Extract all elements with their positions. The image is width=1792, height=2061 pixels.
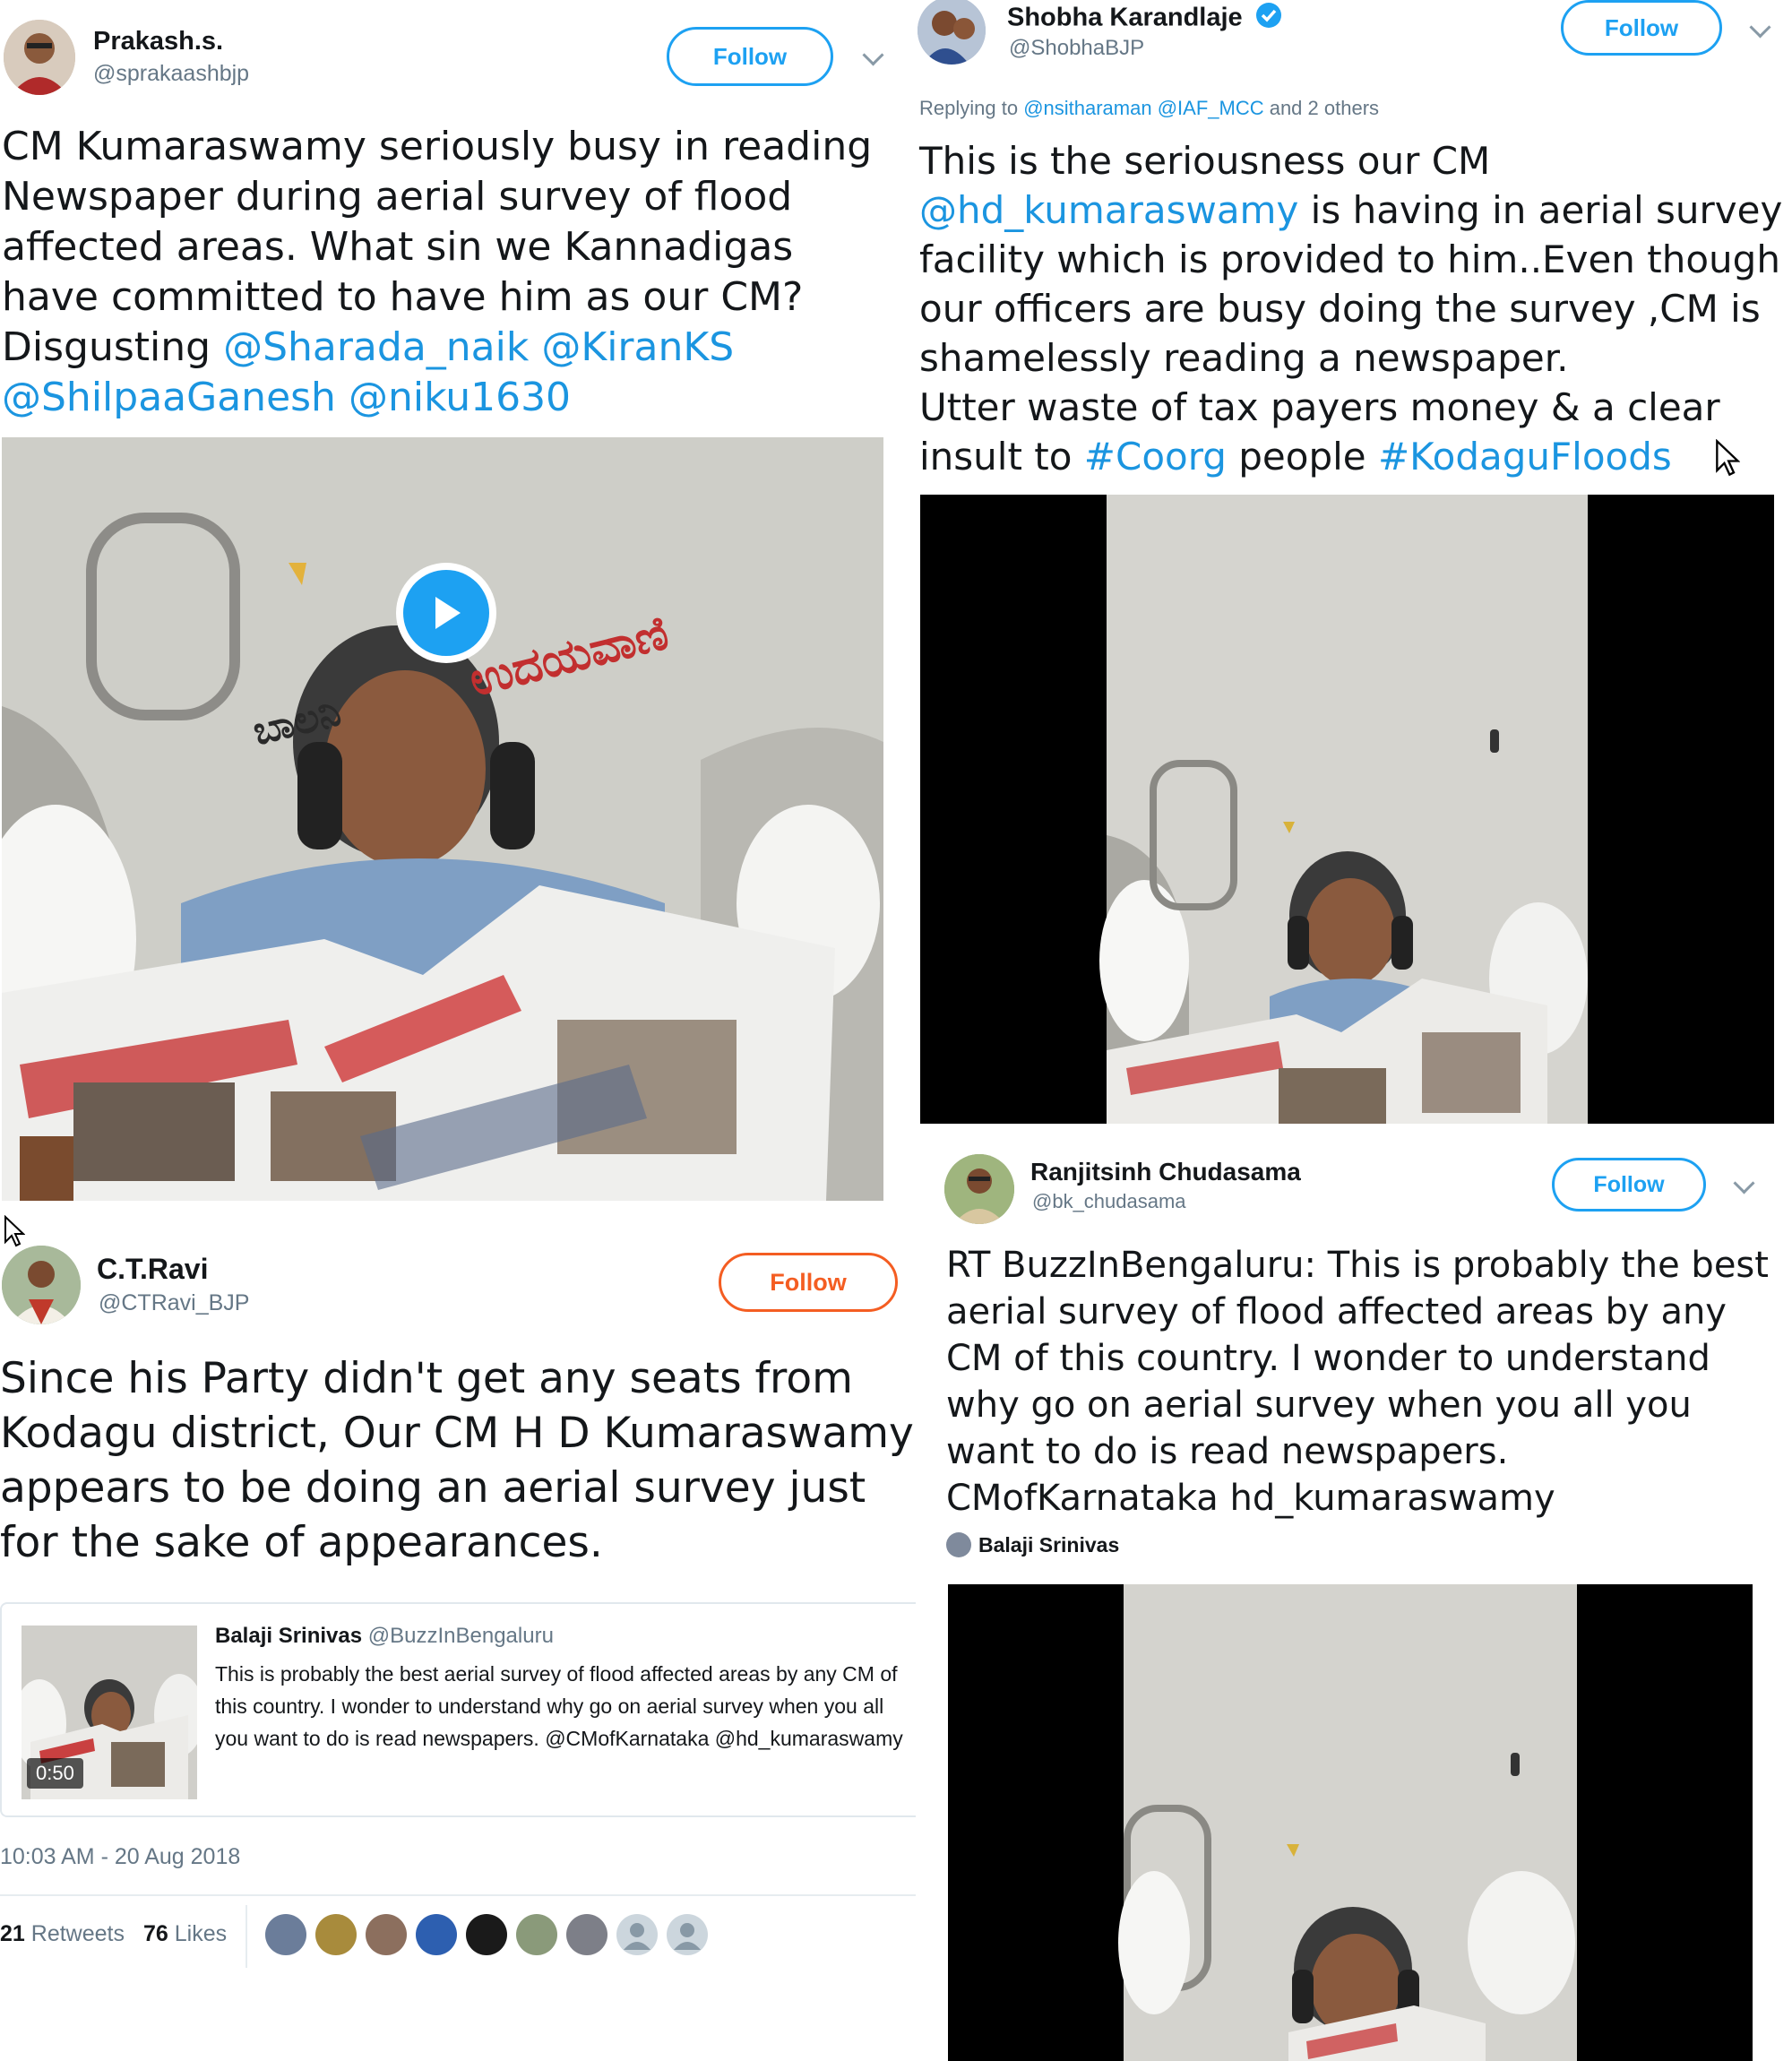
avatar-photo-icon <box>944 1154 1014 1224</box>
video-player[interactable] <box>920 495 1774 1124</box>
liker-avatar[interactable] <box>516 1914 557 1955</box>
user-name[interactable]: Ranjitsinh Chudasama <box>1030 1158 1301 1186</box>
likes-stat[interactable]: 76 Likes <box>143 1921 227 1947</box>
video-thumbnail <box>920 495 1774 1124</box>
tweet-text: RT BuzzInBengaluru: This is probably the… <box>946 1245 1769 1519</box>
avatar-photo-icon <box>4 20 75 95</box>
tweet-body: people <box>1226 435 1378 479</box>
quoted-author[interactable]: Balaji Srinivas @BuzzInBengaluru <box>215 1624 554 1649</box>
user-handle[interactable]: @sprakaashbjp <box>93 61 249 87</box>
replying-to: Replying to @nsitharaman @IAF_MCC and 2 … <box>919 97 1379 120</box>
quoted-name: Balaji Srinivas <box>215 1624 363 1648</box>
hashtag-link[interactable]: #KodaguFloods <box>1378 435 1672 479</box>
user-name[interactable]: Prakash.s. <box>93 27 223 56</box>
video-player[interactable] <box>948 1584 1753 2061</box>
likes-count: 76 <box>143 1921 168 1946</box>
video-player[interactable]: ಉದಯವಾಣಿ ಬಾಲನಿ <box>2 437 883 1201</box>
tweet-body: This is the seriousness our CM <box>919 139 1491 183</box>
retweets-label: Retweets <box>30 1921 125 1946</box>
avatar[interactable] <box>4 20 75 95</box>
liker-avatar[interactable] <box>366 1914 407 1955</box>
follow-button[interactable]: Follow <box>719 1253 898 1312</box>
replying-suffix[interactable]: and 2 others <box>1264 97 1379 119</box>
quoted-text: This is probably the best aerial survey … <box>215 1662 903 1750</box>
follow-button[interactable]: Follow <box>1552 1158 1706 1212</box>
user-name[interactable]: C.T.Ravi <box>97 1253 208 1286</box>
credit-avatar <box>946 1532 971 1557</box>
hashtag-link[interactable]: #Coorg <box>1084 435 1227 479</box>
divider <box>0 1894 916 1896</box>
avatar-photo-icon <box>2 1246 81 1324</box>
chevron-down-icon[interactable] <box>1749 16 1771 39</box>
mention-link[interactable]: @hd_kumaraswamy <box>919 188 1298 232</box>
quoted-handle: @BuzzInBengaluru <box>367 1624 554 1648</box>
tweet-text: CM Kumaraswamy seriously busy in reading… <box>2 122 889 423</box>
chevron-down-icon[interactable] <box>1733 1172 1755 1194</box>
mention-link[interactable]: @Sharada_naik <box>223 324 529 370</box>
video-duration: 0:50 <box>27 1758 83 1789</box>
user-handle[interactable]: @bk_chudasama <box>1032 1190 1186 1213</box>
liker-avatar[interactable] <box>265 1914 306 1955</box>
avatar[interactable] <box>918 0 986 65</box>
liker-avatars <box>265 1914 713 1961</box>
play-icon <box>435 597 461 629</box>
mouse-cursor-icon <box>1715 438 1741 481</box>
tweet-text: This is the seriousness our CM @hd_kumar… <box>919 136 1783 481</box>
quoted-tweet[interactable]: 0:50 Balaji Srinivas @BuzzInBengaluru Th… <box>0 1602 916 1817</box>
mention-link[interactable]: @ShilpaaGanesh <box>2 375 336 420</box>
credit-name: Balaji Srinivas <box>978 1532 1120 1557</box>
avatar[interactable] <box>2 1246 81 1324</box>
verified-badge-icon <box>1255 2 1282 36</box>
replying-prefix: Replying to <box>919 97 1024 119</box>
mention-link[interactable]: @niku1630 <box>349 375 571 420</box>
replying-users-link[interactable]: @nsitharaman @IAF_MCC <box>1023 97 1263 119</box>
user-handle[interactable]: @CTRavi_BJP <box>99 1290 249 1316</box>
tweet-text: Since his Party didn't get any seats fro… <box>0 1354 914 1567</box>
avatar[interactable] <box>944 1154 1014 1224</box>
liker-avatar[interactable] <box>315 1914 357 1955</box>
liker-avatar[interactable] <box>566 1914 607 1955</box>
follow-button[interactable]: Follow <box>667 27 833 86</box>
media-credit[interactable]: Balaji Srinivas <box>946 1532 1119 1557</box>
quoted-video-thumbnail[interactable]: 0:50 <box>22 1626 197 1799</box>
user-handle[interactable]: @ShobhaBJP <box>1009 36 1144 61</box>
default-avatar-icon[interactable] <box>616 1914 658 1955</box>
avatar-photo-icon <box>918 0 986 65</box>
user-name-text: Shobha Karandlaje <box>1007 3 1243 32</box>
video-thumbnail <box>948 1584 1753 2061</box>
retweets-count: 21 <box>0 1921 25 1946</box>
liker-avatar[interactable] <box>466 1914 507 1955</box>
mention-link[interactable]: @KiranKS <box>541 324 734 370</box>
chevron-down-icon[interactable] <box>862 44 884 66</box>
mouse-cursor-icon <box>4 1214 26 1252</box>
retweets-stat[interactable]: 21 Retweets <box>0 1921 125 1947</box>
likes-label: Likes <box>174 1921 228 1946</box>
play-button[interactable] <box>396 563 496 663</box>
video-thumbnail <box>2 437 883 1201</box>
stat-divider <box>246 1905 247 1968</box>
liker-avatar[interactable] <box>416 1914 457 1955</box>
timestamp[interactable]: 10:03 AM - 20 Aug 2018 <box>0 1844 240 1870</box>
user-name[interactable]: Shobha Karandlaje <box>1007 2 1282 36</box>
default-avatar-icon[interactable] <box>667 1914 708 1955</box>
follow-button[interactable]: Follow <box>1561 0 1722 56</box>
